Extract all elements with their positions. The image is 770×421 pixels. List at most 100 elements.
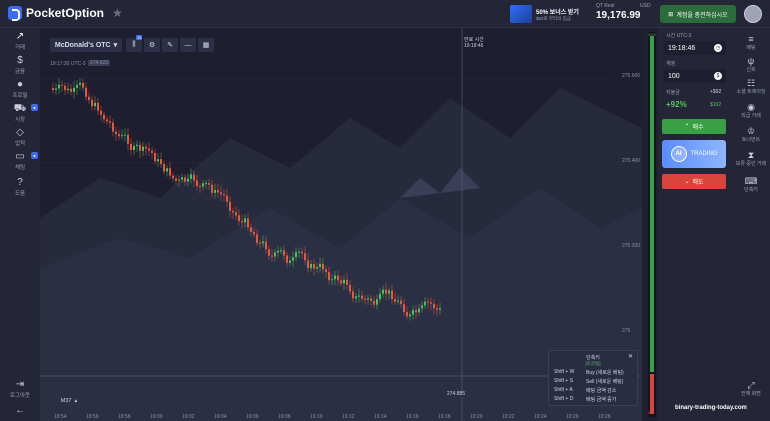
avatar[interactable] (744, 5, 762, 23)
sidebar-item-profile[interactable]: ● 프로필 (0, 80, 40, 100)
candle (169, 168, 171, 176)
x-axis-label: 19:26 (566, 414, 579, 420)
account-selector[interactable]: QT Real USD 19,176.99 (596, 3, 652, 21)
candle (52, 88, 54, 90)
candle (178, 179, 180, 181)
close-icon[interactable]: ✕ (628, 353, 633, 360)
candle (367, 298, 369, 300)
candle (406, 312, 408, 317)
x-axis-label: 19:22 (502, 414, 515, 420)
layout-button[interactable]: ▦ (198, 38, 214, 52)
sell-button[interactable]: ⌄ 매도 (662, 174, 726, 189)
rsidebar-item-pending[interactable]: ⧗ 보류 중인 거래 (732, 150, 770, 167)
timeframe-value: M37 (60, 397, 72, 404)
candles-icon: ⫼ (132, 41, 136, 48)
pending-icon: ⧗ (747, 150, 755, 160)
candle (310, 263, 312, 269)
timeframe-selector[interactable]: M37 ▴ (54, 395, 84, 406)
hotkeys-toggle[interactable]: [토글됨] (549, 361, 637, 367)
bonus-title: 50% 보너스 받기 (536, 9, 579, 16)
candle (400, 300, 402, 305)
rank-icon: ◉ (747, 102, 755, 112)
sidebar-item-help[interactable]: ? 도움 (0, 178, 40, 198)
buy-label: 매수 (692, 125, 704, 131)
favorite-star-icon[interactable]: ★ (112, 6, 123, 20)
account-currency: USD (640, 3, 651, 9)
indicators-button[interactable]: ⚙ (144, 38, 160, 52)
fullscreen-button[interactable]: ⤢ 전체 화면 (732, 380, 770, 397)
sentiment-bar: 91% 9% (648, 32, 656, 417)
sidebar-item-achievements[interactable]: ◇ 업적 (0, 127, 40, 148)
candle (175, 178, 177, 181)
chart-area[interactable]: McDonald's OTC ▾ ⫼ 15 ⚙ ✎ — ▦ 19:17:30 U… (40, 28, 642, 421)
hotkey-key: Shift + S (554, 378, 574, 384)
candle (280, 250, 282, 252)
current-price-label: 274.885 (444, 391, 469, 397)
collapse-sidebar-button[interactable]: ← (0, 406, 40, 417)
candle (319, 263, 321, 268)
candle (328, 272, 330, 281)
candle (145, 146, 147, 149)
rsidebar-item-social[interactable]: ☷ 소셜 트레이딩 (732, 78, 770, 95)
candle (190, 174, 192, 179)
sidebar-item-label: 도움 (14, 191, 26, 197)
payout-plus: +$92 (710, 89, 722, 95)
candle (97, 102, 99, 111)
minus-icon: — (184, 41, 192, 49)
time-field[interactable]: 19:18:46 ◷ (664, 41, 726, 55)
logout-button[interactable]: ⇥ 로그아웃 (0, 380, 40, 400)
candle (232, 210, 234, 213)
candle (307, 260, 309, 269)
keyboard-icon: ⌨ (744, 176, 758, 186)
rsidebar-item-hotkeys[interactable]: ⌨ 단축키 (732, 176, 770, 193)
x-axis-label: 19:24 (534, 414, 547, 420)
amount-field[interactable]: 100 $ (664, 69, 726, 83)
rsidebar-item-tournaments[interactable]: ♔ 토너먼트 (732, 126, 770, 143)
deposit-button[interactable]: ⊞ 계정을 충전하십시오 (660, 5, 736, 23)
bonus-gift-icon (510, 5, 532, 23)
signal-icon: ψ (747, 56, 755, 66)
sidebar-item-label: 채팅 (14, 165, 26, 171)
payout-percent: +92% (666, 100, 687, 109)
sidebar-item-trade[interactable]: ↗ 거래 (0, 32, 40, 52)
rsidebar-item-rank[interactable]: ◉ 직급 거래 (732, 102, 770, 119)
sidebar-item-finance[interactable]: $ 금융 (0, 56, 40, 76)
chart-type-button[interactable]: ⫼ (126, 38, 142, 52)
candle (391, 290, 393, 300)
x-axis-label: 18:56 (86, 414, 99, 420)
brand-logo[interactable]: PocketOption (8, 6, 104, 21)
candle (373, 300, 375, 305)
candle (55, 88, 57, 90)
candle (73, 87, 75, 92)
rsidebar-item-bets[interactable]: ≡ 베팅 (732, 34, 770, 51)
horizontal-line-button[interactable]: — (180, 38, 196, 52)
candle (217, 189, 219, 193)
candle (370, 298, 372, 301)
deposit-label: 계정을 충전하십시오 (676, 12, 728, 19)
candle (259, 242, 261, 244)
candle (337, 275, 339, 281)
candle (223, 194, 225, 196)
sidebar-item-market[interactable]: ● ⛟ 시장 (0, 104, 40, 123)
candle (412, 310, 414, 315)
asset-selector[interactable]: McDonald's OTC ▾ (50, 38, 122, 52)
hotkey-desc: 베팅 금액 증가 (586, 397, 617, 403)
candle (199, 186, 201, 188)
candle (382, 289, 384, 294)
candle (142, 146, 144, 151)
bonus-banner[interactable]: 50% 보너스 받기 $50로 부터의 입금 (510, 4, 590, 24)
deposit-plus-icon: ⊞ (668, 11, 674, 18)
buy-button[interactable]: ⌃ 매수 (662, 119, 726, 134)
diamond-icon: ◇ (16, 127, 24, 138)
trophy-icon: ♔ (746, 126, 756, 136)
candle (334, 275, 336, 280)
candle (283, 250, 285, 256)
rsidebar-item-signals[interactable]: ψ 신호 (732, 56, 770, 73)
candle (85, 87, 87, 97)
sidebar-item-chat[interactable]: ● ▭ 채팅 (0, 152, 40, 171)
x-axis-label: 19:08 (278, 414, 291, 420)
candle (376, 299, 378, 305)
candle (109, 121, 111, 123)
drawing-button[interactable]: ✎ (162, 38, 178, 52)
ai-trading-button[interactable]: AI TRADING (662, 140, 726, 168)
